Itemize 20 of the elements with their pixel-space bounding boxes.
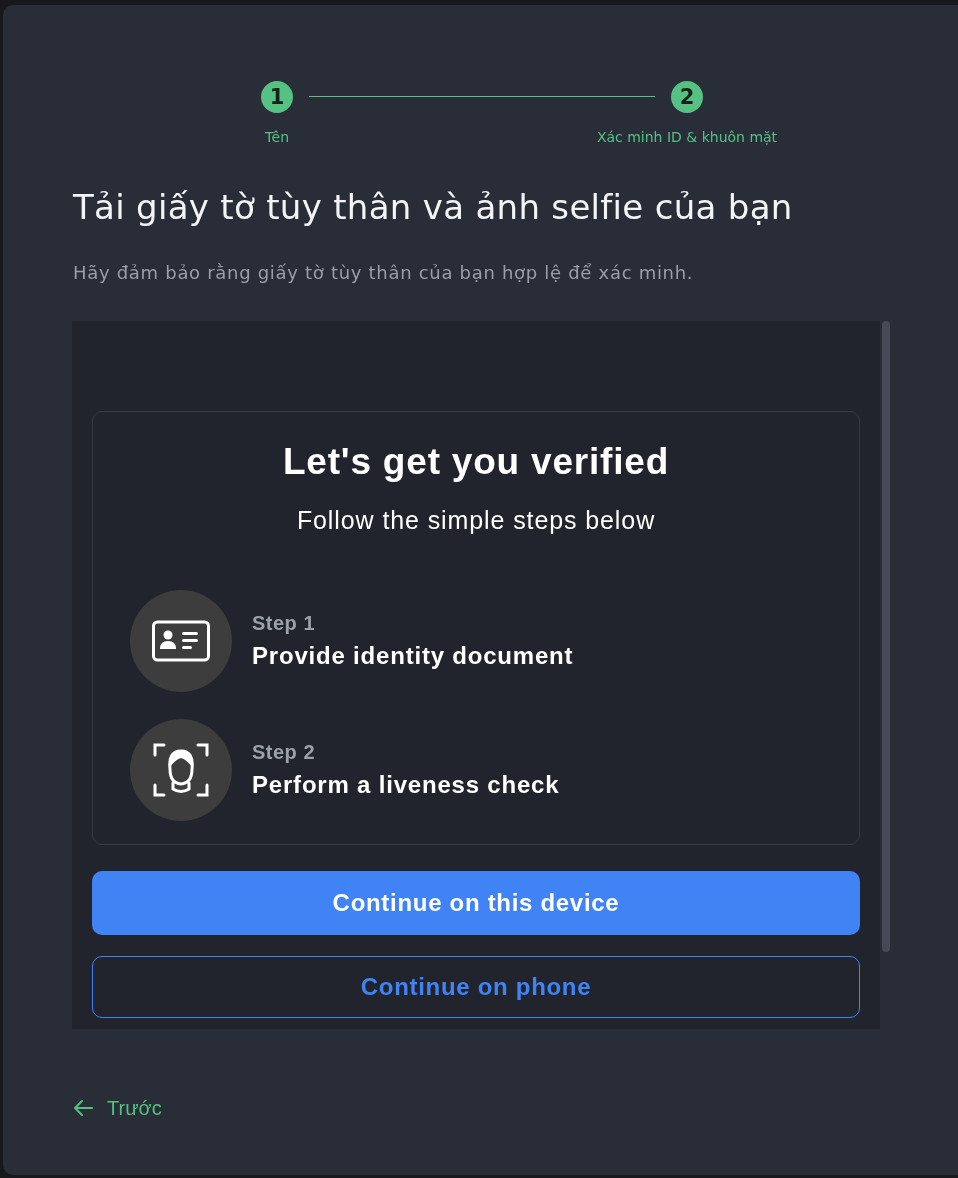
step-caption: Step 2 xyxy=(252,740,317,764)
step-caption: Step 1 xyxy=(252,611,317,635)
step-number: 1 xyxy=(261,81,293,113)
id-card-icon xyxy=(130,590,232,692)
face-scan-icon xyxy=(130,719,232,821)
page-subtitle: Hãy đảm bảo rằng giấy tờ tùy thân của bạn hợp lệ để xác minh. xyxy=(73,261,695,285)
back-link[interactable]: Trước xyxy=(73,1096,162,1120)
continue-phone-button[interactable]: Continue on phone xyxy=(92,956,860,1018)
back-label: Trước xyxy=(107,1096,162,1120)
card-heading: Let's get you verified xyxy=(281,440,671,484)
page-title: Tải giấy tờ tùy thân và ảnh selfie của bạn xyxy=(73,186,794,228)
step-number: 2 xyxy=(671,81,703,113)
step-label: Tên xyxy=(264,129,290,146)
step-label: Xác minh ID & khuôn mặt xyxy=(596,129,778,146)
scrollbar-thumb[interactable] xyxy=(882,321,890,952)
card-subheading: Follow the simple steps below xyxy=(295,505,657,535)
step-description: Perform a liveness check xyxy=(252,770,560,800)
step-description: Provide identity document xyxy=(252,641,574,671)
arrow-left-icon xyxy=(73,1099,93,1117)
continue-button[interactable]: Continue on this device xyxy=(92,871,860,935)
